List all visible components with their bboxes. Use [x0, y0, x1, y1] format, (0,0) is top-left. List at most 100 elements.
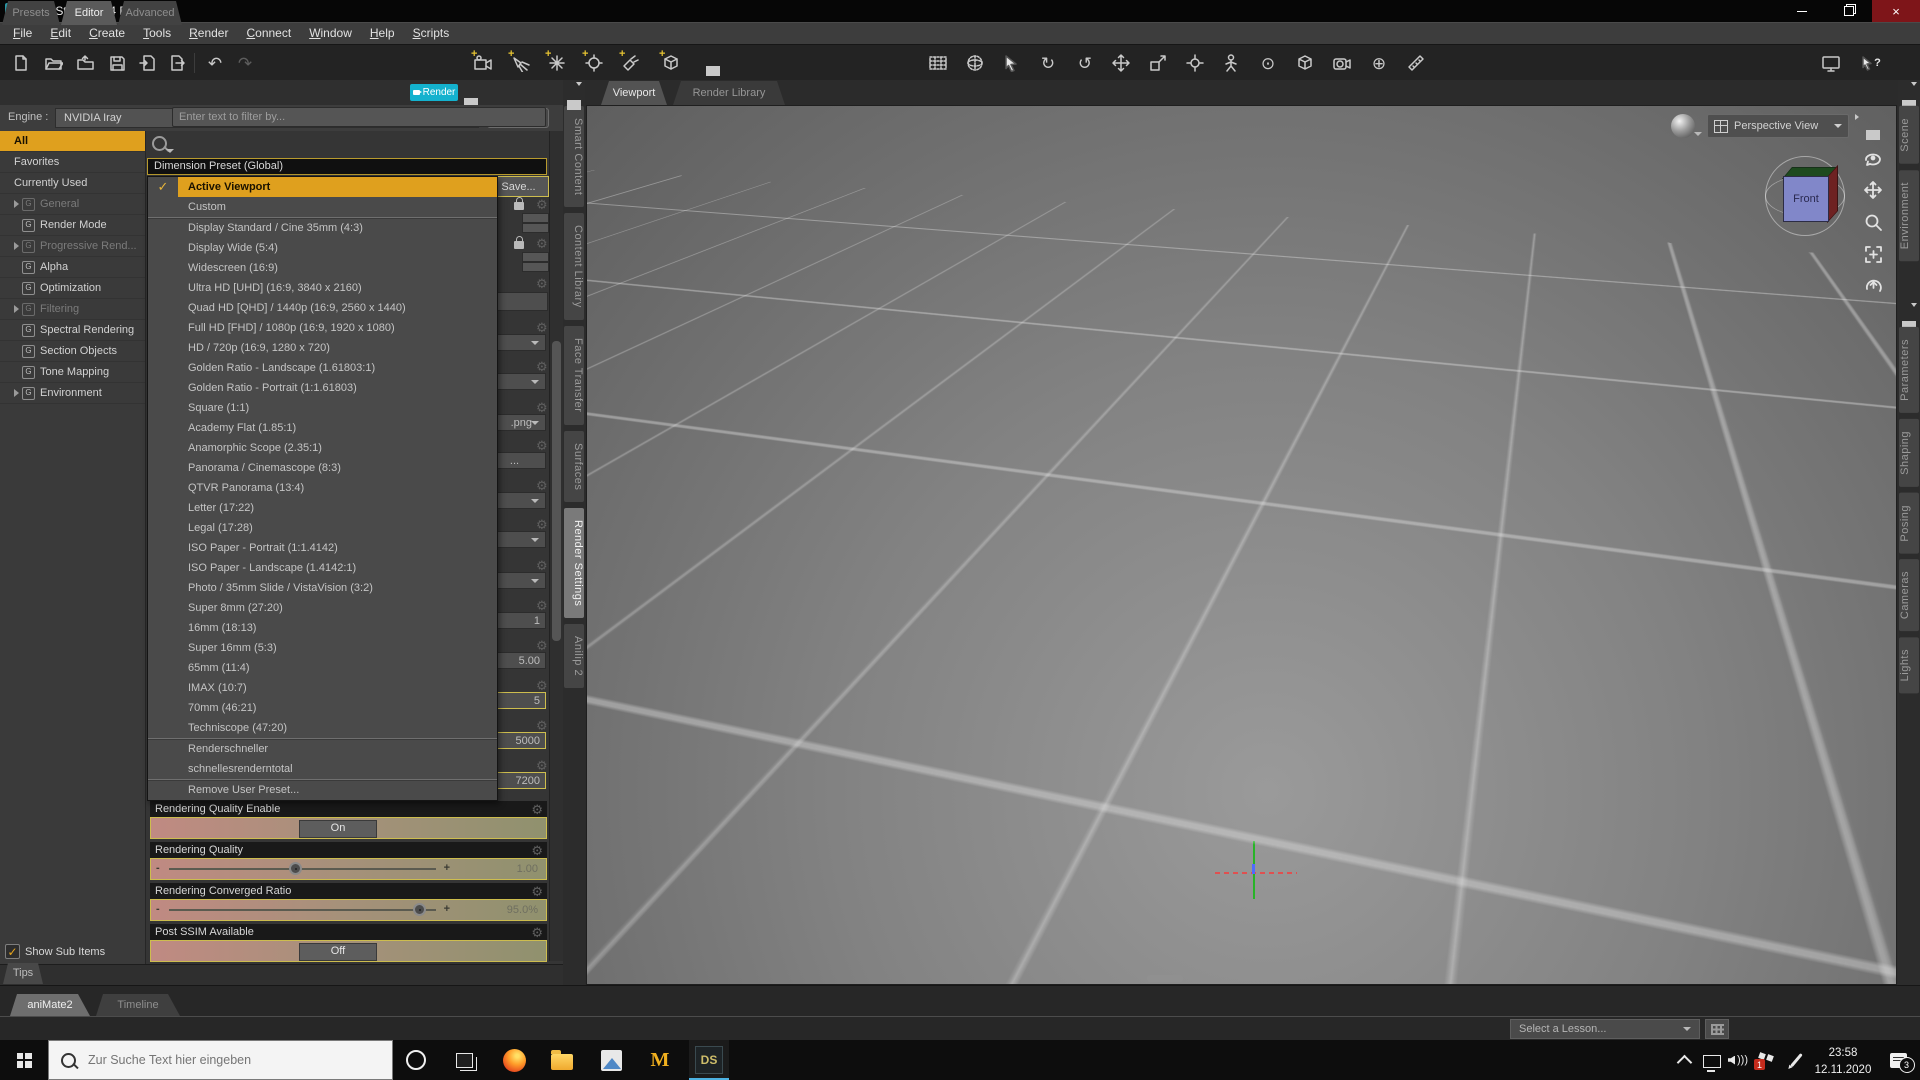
- firefox-icon[interactable]: [500, 1046, 528, 1074]
- scene-list-icon[interactable]: [700, 51, 726, 75]
- spin-box[interactable]: [522, 252, 549, 262]
- updates-tray-icon[interactable]: 1: [1752, 1046, 1780, 1074]
- param-gear-icon[interactable]: ⚙: [536, 639, 548, 652]
- preset-menu-item[interactable]: ✓ ISO Paper - Landscape (1.4142:1): [148, 558, 497, 578]
- create-spotlight-icon[interactable]: +: [507, 51, 533, 75]
- preset-menu-item[interactable]: ✓ Display Standard / Cine 35mm (4:3): [148, 217, 497, 238]
- category-item[interactable]: G General: [0, 194, 145, 215]
- category-item[interactable]: G All: [0, 131, 145, 152]
- preset-menu-item[interactable]: ✓ Academy Flat (1.85:1): [148, 418, 497, 438]
- open-file-icon[interactable]: [40, 51, 66, 75]
- new-file-icon[interactable]: [8, 51, 34, 75]
- slider-minus[interactable]: -: [156, 903, 160, 915]
- expand-arrow-icon[interactable]: [14, 389, 19, 397]
- category-item[interactable]: G Progressive Rend...: [0, 236, 145, 257]
- draw-style-sphere-icon[interactable]: [1671, 114, 1695, 138]
- region-navigator-tool-icon[interactable]: ⊕: [1366, 51, 1392, 75]
- lock-icon[interactable]: [514, 241, 524, 249]
- dock-menu-icon[interactable]: [1902, 309, 1916, 321]
- param-gear-icon[interactable]: ⚙: [536, 479, 548, 492]
- tab-presets[interactable]: Presets: [2, 1, 60, 25]
- param-gear-icon[interactable]: ⚙: [536, 679, 548, 692]
- slider-plus[interactable]: +: [444, 903, 450, 915]
- save-file-icon[interactable]: [104, 51, 130, 75]
- preset-menu-item[interactable]: ✓ Super 16mm (5:3): [148, 638, 497, 658]
- param-gear-icon[interactable]: ⚙: [536, 401, 548, 414]
- slider-control[interactable]: - + 1.00: [150, 858, 547, 880]
- search-input[interactable]: [86, 1052, 360, 1068]
- dock-tab[interactable]: Cameras: [1899, 559, 1919, 631]
- viewport-canvas[interactable]: Perspective View Front: [586, 105, 1897, 985]
- dock-tab[interactable]: Anilip 2: [564, 624, 584, 688]
- slider-plus[interactable]: +: [444, 862, 450, 874]
- node-selection-tool-icon[interactable]: [998, 51, 1024, 75]
- dimension-preset-combo[interactable]: Dimension Preset (Global): [147, 158, 547, 175]
- category-item[interactable]: G Filtering: [0, 299, 145, 320]
- reset-camera-icon[interactable]: [1861, 274, 1885, 298]
- menu-item[interactable]: Window: [300, 23, 361, 44]
- tray-chevron-icon[interactable]: [1670, 1046, 1698, 1074]
- interactive-lessons-icon[interactable]: [1818, 51, 1844, 75]
- param-gear-icon[interactable]: ⚙: [536, 559, 548, 572]
- dock-tab[interactable]: Shaping: [1899, 419, 1919, 487]
- volume-icon[interactable]: ))): [1724, 1046, 1752, 1074]
- import-icon[interactable]: [134, 51, 160, 75]
- toggle-off-button[interactable]: Off: [299, 943, 377, 961]
- param-gear-icon[interactable]: ⚙: [536, 599, 548, 612]
- param-gear-ic[interactable]: ⚙: [531, 844, 543, 857]
- preset-menu-item[interactable]: ✓ Remove User Preset...: [148, 779, 497, 800]
- preset-menu-item[interactable]: ✓ Golden Ratio - Landscape (1.61803:1): [148, 358, 497, 378]
- undo-icon[interactable]: ↶: [202, 51, 228, 75]
- slider-track[interactable]: [169, 868, 436, 870]
- category-item[interactable]: G Optimization: [0, 278, 145, 299]
- dock-tab[interactable]: Scene: [1899, 106, 1919, 164]
- toggle-control[interactable]: On: [150, 817, 547, 839]
- taskbar-search[interactable]: [48, 1040, 393, 1080]
- param-gear-icon[interactable]: ⚙: [536, 321, 548, 334]
- expand-arrow-icon[interactable]: [14, 242, 19, 250]
- dock-tab[interactable]: Lights: [1899, 637, 1919, 693]
- category-item[interactable]: G Favorites: [0, 152, 145, 173]
- view-select[interactable]: Perspective View: [1707, 114, 1849, 138]
- slider-knob[interactable]: [289, 862, 302, 875]
- clock[interactable]: 23:58 12.11.2020: [1812, 1045, 1874, 1078]
- preset-menu-item[interactable]: ✓ Renderschneller: [148, 738, 497, 759]
- slider-control[interactable]: - + 95.0%: [150, 899, 547, 921]
- dock-tab[interactable]: Render Settings: [564, 508, 584, 618]
- category-item[interactable]: G Alpha: [0, 257, 145, 278]
- spin-box[interactable]: [522, 223, 549, 233]
- viewport-scrollbar-handle[interactable]: [1147, 975, 1183, 982]
- spin-box[interactable]: [522, 213, 549, 223]
- param-gear-icon[interactable]: ⚙: [536, 277, 548, 290]
- rotate-tool-icon[interactable]: ↻: [1035, 51, 1061, 75]
- dock-tab[interactable]: Environment: [1899, 170, 1919, 261]
- tab-timeline[interactable]: Timeline: [96, 994, 180, 1016]
- preset-menu-item[interactable]: ✓ Panorama / Cinemascope (8:3): [148, 458, 497, 478]
- cube-front-face[interactable]: Front: [1783, 176, 1829, 222]
- menu-item[interactable]: Help: [361, 23, 404, 44]
- preset-menu-item[interactable]: ✓ Techniscope (47:20): [148, 718, 497, 738]
- preset-menu-item[interactable]: ✓ 70mm (46:21): [148, 698, 497, 718]
- whats-this-help-icon[interactable]: ?: [1858, 51, 1884, 75]
- menu-item[interactable]: Scripts: [404, 23, 459, 44]
- tab-editor[interactable]: Editor: [61, 1, 117, 25]
- preset-menu-item[interactable]: ✓ QTVR Panorama (13:4): [148, 478, 497, 498]
- dock-tab[interactable]: Content Library: [564, 213, 584, 320]
- scale-tool-icon[interactable]: [1145, 51, 1171, 75]
- maximize-button[interactable]: [1825, 0, 1872, 22]
- preset-menu-item[interactable]: ✓ Full HD [FHD] / 1080p (16:9, 1920 x 10…: [148, 318, 497, 338]
- viewport-options-icon[interactable]: [1861, 114, 1885, 138]
- dock-menu-icon[interactable]: [1902, 88, 1916, 100]
- task-view-icon[interactable]: [450, 1046, 478, 1074]
- spin-box[interactable]: [522, 262, 549, 272]
- menu-item[interactable]: Edit: [41, 23, 80, 44]
- zoom-camera-icon[interactable]: [1861, 210, 1885, 234]
- category-item[interactable]: G Render Mode: [0, 215, 145, 236]
- preset-menu-item[interactable]: ✓ IMAX (10:7): [148, 678, 497, 698]
- expand-arrow-icon[interactable]: [14, 200, 19, 208]
- photos-app-icon[interactable]: [597, 1046, 625, 1074]
- param-gear-icon[interactable]: ⚙: [531, 803, 543, 816]
- network-icon[interactable]: [1698, 1046, 1726, 1074]
- param-gear-icon[interactable]: ⚙: [536, 719, 548, 732]
- surface-selection-tool-icon[interactable]: ⊙: [1255, 51, 1281, 75]
